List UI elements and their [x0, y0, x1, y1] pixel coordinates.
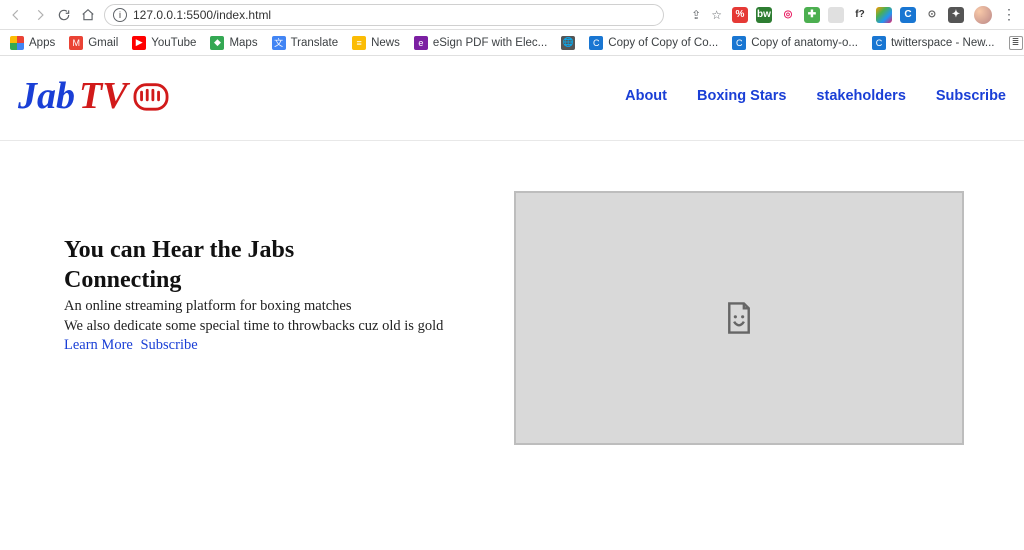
home-button[interactable] [80, 7, 96, 23]
bookmark-icon: C [732, 36, 746, 50]
reading-list-button[interactable]: ≣ Reading list [1009, 36, 1024, 50]
forward-button[interactable] [32, 7, 48, 23]
main-nav: About Boxing Stars stakeholders Subscrib… [625, 88, 1006, 104]
hero-heading-line1: You can Hear the Jabs [64, 237, 294, 263]
extension-icon[interactable]: ◎ [780, 7, 796, 23]
learn-more-link[interactable]: Learn More [64, 337, 133, 353]
apps-label: Apps [29, 37, 55, 49]
nav-subscribe[interactable]: Subscribe [936, 88, 1006, 104]
nav-stakeholders[interactable]: stakeholders [816, 88, 905, 104]
bookmark-label: News [371, 37, 400, 49]
nav-about[interactable]: About [625, 88, 667, 104]
nav-boxing-stars[interactable]: Boxing Stars [697, 88, 786, 104]
extension-icon[interactable]: ⊙ [924, 7, 940, 23]
hero-p1: An online streaming platform for boxing … [64, 297, 464, 317]
bookmarks-bar: Apps M Gmail ▶ YouTube ◆ Maps 文 Translate ≡ News e… [0, 30, 1024, 56]
extension-icon[interactable]: f? [852, 7, 868, 23]
extension-icon[interactable]: ✚ [804, 7, 820, 23]
bookmark-label: Copy of anatomy-o... [751, 37, 858, 49]
bookmark-label: eSign PDF with Elec... [433, 37, 547, 49]
profile-avatar[interactable] [974, 6, 992, 24]
bookmark-icon: 文 [272, 36, 286, 50]
extension-icon[interactable]: C [900, 7, 916, 23]
url-text: 127.0.0.1:5500/index.html [133, 8, 271, 22]
browser-toolbar: i 127.0.0.1:5500/index.html ⇪ ☆ % bw ◎ ✚ f? C… [0, 0, 1024, 30]
hero-heading: You can Hear the Jabs Connecting [64, 235, 464, 295]
bookmark-item[interactable]: M Gmail [69, 36, 118, 50]
bookmark-star-icon[interactable]: ☆ [711, 8, 722, 22]
hero-heading-line2: Connecting [64, 267, 181, 293]
share-icon[interactable]: ⇪ [691, 8, 701, 22]
bookmark-item[interactable]: 🌐 [561, 36, 575, 50]
hero-image-placeholder [514, 191, 964, 445]
bookmark-icon: M [69, 36, 83, 50]
bookmark-icon: ▶ [132, 36, 146, 50]
bookmark-item[interactable]: ≡ News [352, 36, 400, 50]
hero-section: You can Hear the Jabs Connecting An onli… [0, 141, 1024, 445]
logo-text-tv: TV [79, 74, 128, 118]
address-bar[interactable]: i 127.0.0.1:5500/index.html [104, 4, 664, 26]
apps-icon [10, 36, 24, 50]
chrome-menu-icon[interactable]: ⋮ [1002, 6, 1016, 23]
bookmark-label: Copy of Copy of Co... [608, 37, 718, 49]
subscribe-link[interactable]: Subscribe [140, 337, 197, 353]
bookmark-icon: 🌐 [561, 36, 575, 50]
bookmark-item[interactable]: ◆ Maps [210, 36, 257, 50]
site-header: JabTV About Boxing Stars stakeholders Su… [0, 56, 1024, 141]
site-info-icon[interactable]: i [113, 8, 127, 22]
extension-icon[interactable] [828, 7, 844, 23]
bookmark-item[interactable]: e eSign PDF with Elec... [414, 36, 547, 50]
logo-text-jab: Jab [18, 74, 75, 118]
bookmark-item[interactable]: C Copy of Copy of Co... [589, 36, 718, 50]
bookmark-icon: ◆ [210, 36, 224, 50]
bookmark-item[interactable]: Ctwitterspace - New... [872, 36, 995, 50]
bookmark-label: YouTube [151, 37, 196, 49]
hero-p2: We also dedicate some special time to th… [64, 317, 464, 337]
broken-image-icon [724, 301, 754, 335]
bookmark-icon: C [872, 36, 886, 50]
hero-text: You can Hear the Jabs Connecting An onli… [64, 191, 464, 356]
bookmark-item[interactable]: ▶ YouTube [132, 36, 196, 50]
bookmark-item[interactable]: 文 Translate [272, 36, 339, 50]
bookmark-icon: C [589, 36, 603, 50]
reload-button[interactable] [56, 7, 72, 23]
bookmark-icon: ≡ [352, 36, 366, 50]
site-logo[interactable]: JabTV [18, 74, 170, 118]
bookmark-label: twitterspace - New... [891, 37, 995, 49]
bookmark-label: Translate [291, 37, 339, 49]
bookmark-label: Gmail [88, 37, 118, 49]
extension-icon[interactable]: bw [756, 7, 772, 23]
extension-icon[interactable]: % [732, 7, 748, 23]
page-content: JabTV About Boxing Stars stakeholders Su… [0, 56, 1024, 550]
extension-icon[interactable]: ✦ [948, 7, 964, 23]
bookmark-label: Maps [229, 37, 257, 49]
bookmark-icon: e [414, 36, 428, 50]
back-button[interactable] [8, 7, 24, 23]
bookmark-item[interactable]: C Copy of anatomy-o... [732, 36, 858, 50]
extension-icon[interactable] [876, 7, 892, 23]
fist-icon [132, 79, 170, 113]
reading-list-icon: ≣ [1009, 36, 1023, 50]
apps-shortcut[interactable]: Apps [10, 36, 55, 50]
